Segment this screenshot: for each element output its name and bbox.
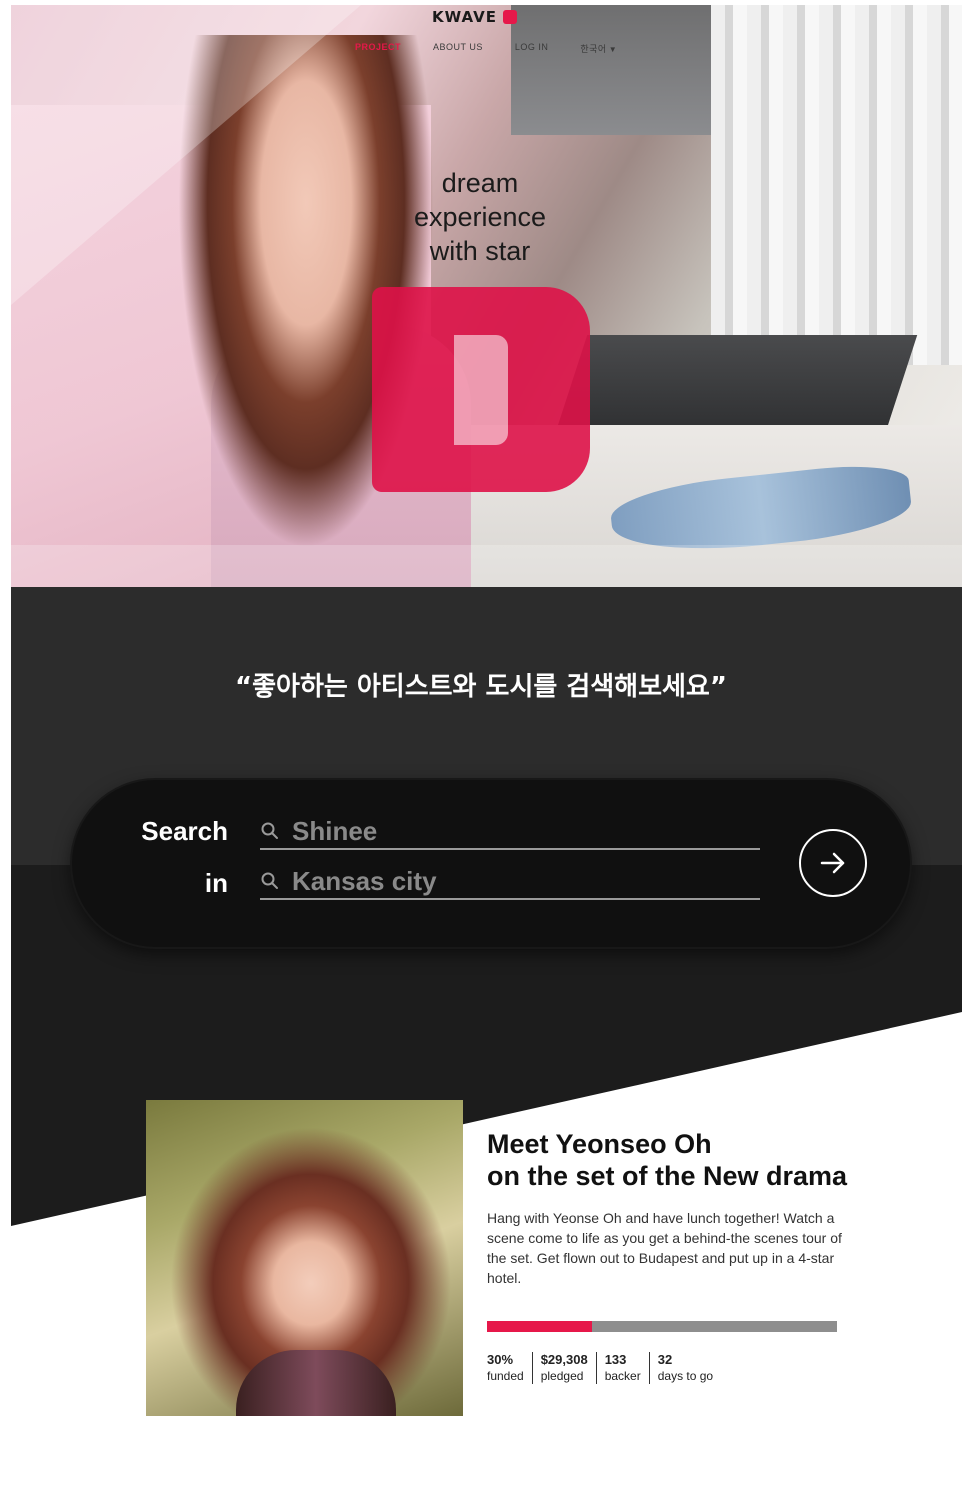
artist-search-input[interactable] xyxy=(292,815,732,847)
project-title-line: on the set of the New drama xyxy=(487,1161,848,1191)
search-icon xyxy=(261,872,278,889)
logo-text: KWAVE xyxy=(432,8,497,26)
stat-pledged: $29,308 pledged xyxy=(531,1352,596,1384)
hero-bottom-band xyxy=(11,545,962,587)
nav-item-language[interactable]: 한국어 ▼ xyxy=(580,42,617,55)
hero-bg-table xyxy=(554,335,918,435)
stat-label: funded xyxy=(487,1369,524,1383)
hero-bg-lamp xyxy=(511,5,711,135)
brand-logo[interactable]: KWAVE xyxy=(432,8,517,26)
funding-progress-fill xyxy=(487,1321,592,1332)
project-image-dress xyxy=(236,1350,396,1416)
stat-funded: 30% funded xyxy=(487,1352,532,1384)
language-label: 한국어 xyxy=(580,44,607,54)
project-image[interactable] xyxy=(146,1100,463,1416)
top-nav: PROJECT ABOUT US LOG IN 한국어 ▼ xyxy=(355,42,617,55)
stat-value: $29,308 xyxy=(540,1352,588,1367)
project-stats: 30% funded $29,308 pledged 133 backer 32… xyxy=(487,1352,721,1384)
tagline-line: experience xyxy=(413,202,547,232)
stat-days-to-go: 32 days to go xyxy=(648,1352,721,1384)
tagline-line: with star xyxy=(429,236,531,266)
hero-tagline: dream experience with star xyxy=(390,166,570,268)
project-description: Hang with Yeonse Oh and have lunch toget… xyxy=(487,1210,842,1286)
stat-backer: 133 backer xyxy=(595,1352,649,1384)
project-title-line: Meet Yeonseo Oh xyxy=(487,1129,712,1159)
stat-value: 133 xyxy=(604,1352,627,1367)
city-search-input[interactable] xyxy=(292,865,732,897)
nav-item-about[interactable]: ABOUT US xyxy=(433,42,483,55)
hero-bg-curtain xyxy=(711,5,962,365)
artist-search-field xyxy=(260,814,760,850)
brand-mark-icon xyxy=(372,287,590,492)
funding-progress-bar xyxy=(487,1321,837,1332)
stat-label: pledged xyxy=(540,1369,584,1383)
stat-label: backer xyxy=(604,1369,641,1383)
search-city-label: in xyxy=(204,868,228,898)
stat-value: 30% xyxy=(487,1352,514,1367)
search-artist-label: Search xyxy=(141,816,228,846)
stat-value: 32 xyxy=(657,1352,673,1367)
search-prompt: “좋아하는 아티스트와 도시를 검색해보세요” xyxy=(235,672,727,702)
search-submit-button[interactable] xyxy=(799,829,867,897)
logo-mark-icon xyxy=(502,10,517,24)
arrow-right-icon xyxy=(820,852,845,874)
brand-mark-notch xyxy=(454,335,508,445)
nav-item-login[interactable]: LOG IN xyxy=(515,42,549,55)
search-icon xyxy=(261,822,278,839)
nav-item-project[interactable]: PROJECT xyxy=(355,42,401,55)
tagline-line: dream xyxy=(441,168,519,198)
caret-down-icon: ▼ xyxy=(608,45,618,54)
city-search-field xyxy=(260,864,760,900)
stat-label: days to go xyxy=(657,1369,714,1383)
hero-shade xyxy=(11,5,361,305)
project-title[interactable]: Meet Yeonseo Oh on the set of the New dr… xyxy=(487,1128,917,1192)
